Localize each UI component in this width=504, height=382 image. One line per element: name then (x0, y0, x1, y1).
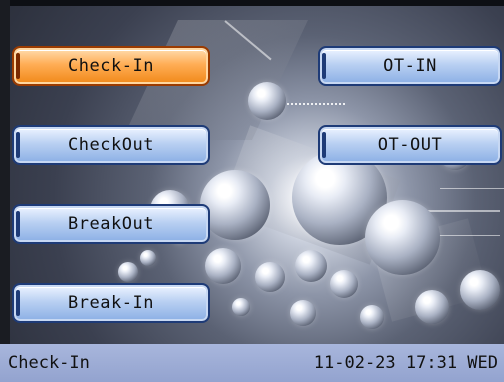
break-in-label: Break-In (68, 293, 154, 313)
datetime-text: 11-02-23 17:31 WED (313, 353, 498, 373)
button-edge (16, 290, 20, 316)
button-edge (16, 211, 20, 237)
status-bar: Check-In 11-02-23 17:31 WED (0, 344, 504, 382)
ot-in-button[interactable]: OT-IN (318, 46, 502, 86)
sphere (205, 248, 241, 284)
check-in-button[interactable]: Check-In (12, 46, 210, 86)
sphere (360, 305, 384, 329)
sphere (140, 250, 156, 266)
sphere (248, 82, 286, 120)
check-out-label: CheckOut (68, 135, 154, 155)
break-in-button[interactable]: Break-In (12, 283, 210, 323)
ot-out-label: OT-OUT (377, 135, 443, 155)
button-edge (322, 132, 326, 158)
sphere (200, 170, 270, 240)
check-in-label: Check-In (68, 56, 154, 76)
top-frame (0, 0, 504, 6)
light-streak (420, 210, 500, 212)
attendance-terminal-screen: Check-In CheckOut BreakOut Break-In OT-I… (0, 0, 504, 382)
break-out-label: BreakOut (68, 214, 154, 234)
light-streak (440, 188, 504, 189)
sphere (295, 250, 327, 282)
sphere (118, 262, 138, 282)
sphere (255, 262, 285, 292)
button-edge (16, 132, 20, 158)
left-frame (0, 0, 10, 344)
break-out-button[interactable]: BreakOut (12, 204, 210, 244)
check-out-button[interactable]: CheckOut (12, 125, 210, 165)
ot-out-button[interactable]: OT-OUT (318, 125, 502, 165)
sphere (415, 290, 449, 324)
current-mode-text: Check-In (8, 353, 90, 373)
sphere (365, 200, 440, 275)
sphere (460, 270, 500, 310)
button-edge (16, 53, 20, 79)
button-edge (322, 53, 326, 79)
sphere (232, 298, 250, 316)
sphere (330, 270, 358, 298)
ot-in-label: OT-IN (383, 56, 437, 76)
sphere (290, 300, 316, 326)
